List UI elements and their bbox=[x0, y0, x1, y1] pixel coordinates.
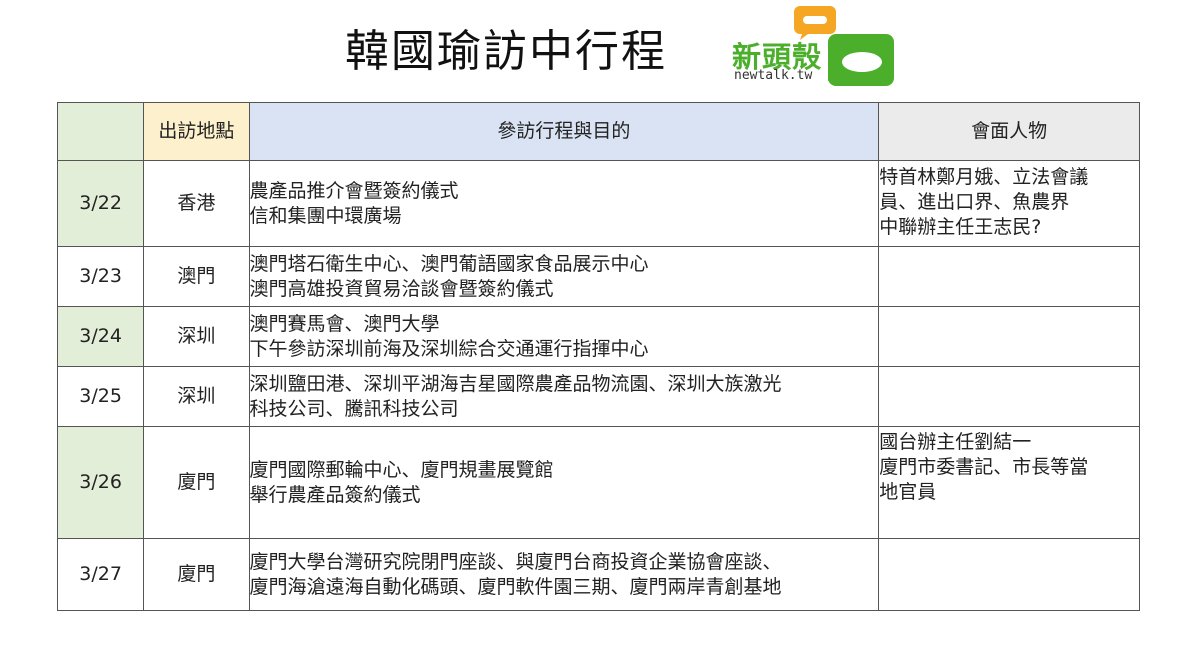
date-cell: 3/27 bbox=[56, 538, 145, 611]
place-cell: 香港 bbox=[143, 160, 250, 247]
people-line: 特首林鄭月娥、立法會議 bbox=[879, 166, 1089, 188]
table-row: 3/25 深圳 深圳鹽田港、深圳平湖海吉星國際農產品物流園、深圳大族激光 科技公… bbox=[56, 366, 1140, 427]
newtalk-logo: 新頭殼 newtalk.tw bbox=[728, 6, 898, 92]
plan-line: 澳門高雄投資貿易洽談會暨簽約儀式 bbox=[249, 277, 554, 300]
plan-line: 農產品推介會暨簽約儀式 bbox=[249, 179, 459, 202]
people-cell bbox=[878, 246, 1140, 307]
people-cell: 國台辦主任劉結一 廈門市委書記、市長等當 地官員 bbox=[878, 426, 1140, 539]
plan-line: 舉行農產品簽約儀式 bbox=[249, 483, 421, 506]
itinerary-table: 出訪地點 參訪行程與目的 會面人物 3/22 香港 農產品推介會暨簽約儀式 信和… bbox=[56, 102, 1140, 611]
plan-line: 科技公司、騰訊科技公司 bbox=[249, 397, 459, 420]
header-place: 出訪地點 bbox=[143, 102, 250, 161]
people-line: 國台辦主任劉結一 bbox=[879, 431, 1032, 453]
table-row: 3/22 香港 農產品推介會暨簽約儀式 信和集團中環廣場 特首林鄭月娥、立法會議… bbox=[56, 160, 1140, 247]
plan-line: 下午參訪深圳前海及深圳綜合交通運行指揮中心 bbox=[249, 337, 649, 360]
people-cell bbox=[878, 366, 1140, 427]
plan-line: 澳門賽馬會、澳門大學 bbox=[249, 312, 440, 335]
plan-cell: 廈門國際郵輪中心、廈門規畫展覽館 舉行農產品簽約儀式 bbox=[248, 426, 880, 539]
table-row: 3/27 廈門 廈門大學台灣研究院閉門座談、與廈門台商投資企業協會座談、 廈門海… bbox=[56, 538, 1140, 611]
table-header-row: 出訪地點 參訪行程與目的 會面人物 bbox=[56, 102, 1140, 161]
plan-line: 廈門國際郵輪中心、廈門規畫展覽館 bbox=[249, 458, 554, 481]
people-cell bbox=[878, 538, 1140, 611]
plan-cell: 深圳鹽田港、深圳平湖海吉星國際農產品物流園、深圳大族激光 科技公司、騰訊科技公司 bbox=[248, 366, 880, 427]
people-line: 廈門市委書記、市長等當 bbox=[879, 456, 1089, 478]
plan-line: 信和集團中環廣場 bbox=[249, 204, 402, 227]
table-row: 3/23 澳門 澳門塔石衛生中心、澳門葡語國家食品展示中心 澳門高雄投資貿易洽談… bbox=[56, 246, 1140, 307]
date-cell: 3/22 bbox=[56, 160, 145, 247]
logo-domain: newtalk.tw bbox=[734, 68, 813, 83]
plan-cell: 澳門塔石衛生中心、澳門葡語國家食品展示中心 澳門高雄投資貿易洽談會暨簽約儀式 bbox=[248, 246, 880, 307]
date-cell: 3/23 bbox=[56, 246, 145, 307]
place-cell: 深圳 bbox=[143, 306, 250, 367]
date-cell: 3/26 bbox=[56, 426, 145, 539]
plan-line: 澳門塔石衛生中心、澳門葡語國家食品展示中心 bbox=[249, 252, 649, 275]
plan-line: 深圳鹽田港、深圳平湖海吉星國際農產品物流園、深圳大族激光 bbox=[249, 372, 782, 395]
header-date bbox=[56, 102, 145, 161]
plan-cell: 廈門大學台灣研究院閉門座談、與廈門台商投資企業協會座談、 廈門海滄遠海自動化碼頭… bbox=[248, 538, 880, 611]
place-cell: 深圳 bbox=[143, 366, 250, 427]
people-line: 中聯辦主任王志民? bbox=[879, 216, 1042, 238]
plan-cell: 農產品推介會暨簽約儀式 信和集團中環廣場 bbox=[248, 160, 880, 247]
table-row: 3/26 廈門 廈門國際郵輪中心、廈門規畫展覽館 舉行農產品簽約儀式 國台辦主任… bbox=[56, 426, 1140, 539]
date-cell: 3/24 bbox=[56, 306, 145, 367]
table-row: 3/24 深圳 澳門賽馬會、澳門大學 下午參訪深圳前海及深圳綜合交通運行指揮中心 bbox=[56, 306, 1140, 367]
people-cell: 特首林鄭月娥、立法會議 員、進出口界、魚農界 中聯辦主任王志民? bbox=[878, 160, 1140, 247]
people-line: 地官員 bbox=[879, 481, 937, 503]
header-people: 會面人物 bbox=[878, 102, 1140, 161]
page-title: 韓國瑜訪中行程 bbox=[345, 26, 667, 77]
people-cell bbox=[878, 306, 1140, 367]
people-line: 員、進出口界、魚農界 bbox=[879, 191, 1070, 213]
plan-cell: 澳門賽馬會、澳門大學 下午參訪深圳前海及深圳綜合交通運行指揮中心 bbox=[248, 306, 880, 367]
plan-line: 廈門海滄遠海自動化碼頭、廈門軟件園三期、廈門兩岸青創基地 bbox=[249, 575, 782, 598]
place-cell: 澳門 bbox=[143, 246, 250, 307]
place-cell: 廈門 bbox=[143, 538, 250, 611]
place-cell: 廈門 bbox=[143, 426, 250, 539]
date-cell: 3/25 bbox=[56, 366, 145, 427]
plan-line: 廈門大學台灣研究院閉門座談、與廈門台商投資企業協會座談、 bbox=[249, 550, 782, 573]
green-speech-bubble-icon bbox=[828, 34, 894, 86]
header-plan: 參訪行程與目的 bbox=[248, 102, 880, 161]
